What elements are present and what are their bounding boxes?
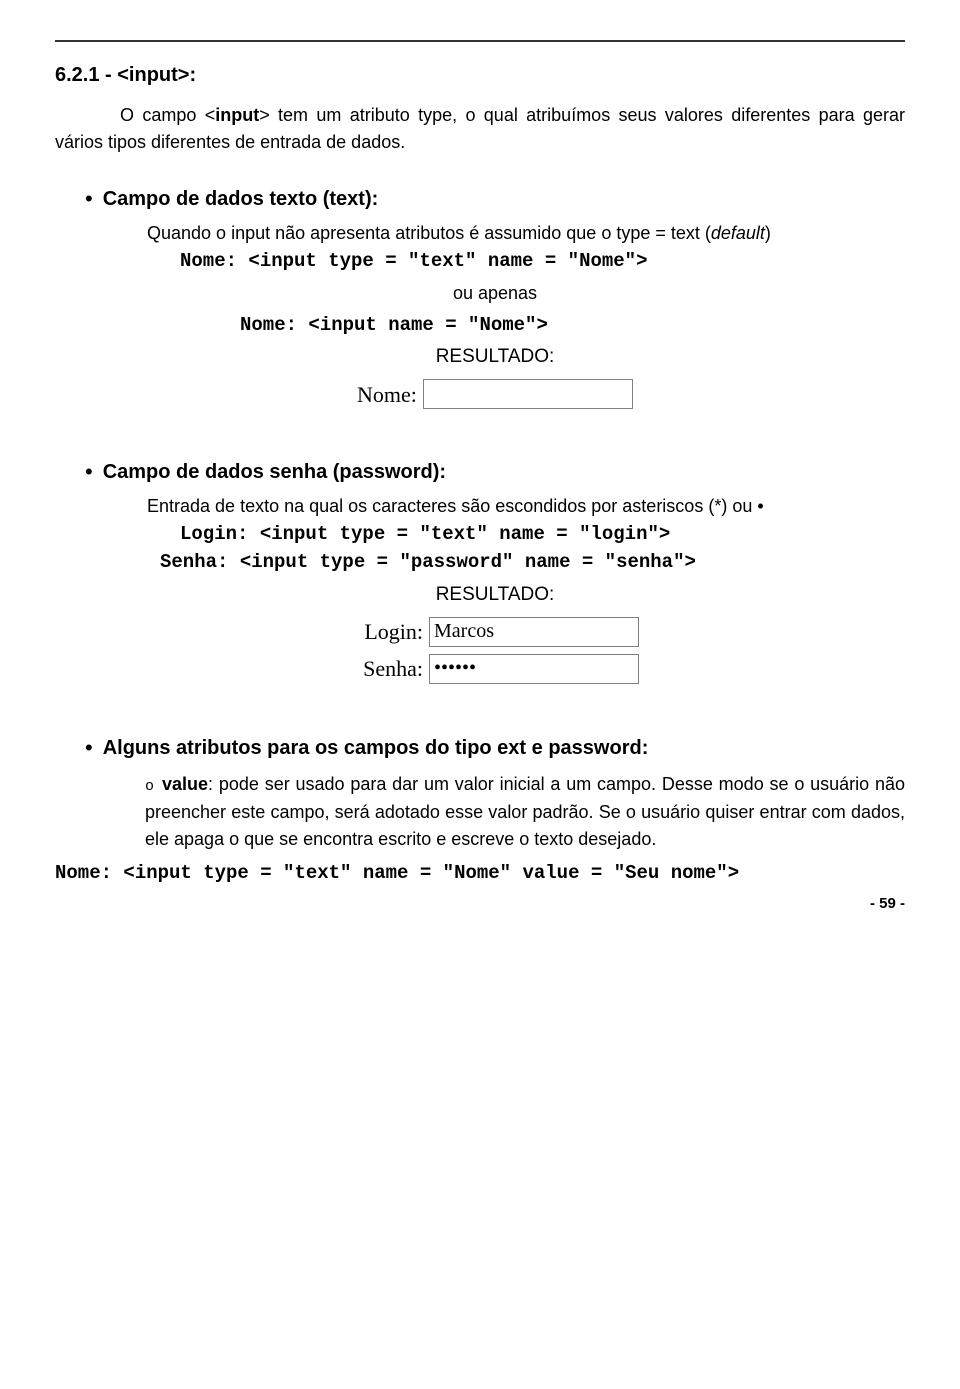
b1-body-pre: Quando o input não apresenta atributos é… [147, 223, 711, 243]
code-line-nome-1: Nome: <input type = "text" name = "Nome"… [180, 247, 905, 276]
code-line-login: Login: <input type = "text" name = "logi… [180, 520, 905, 549]
example-senha-input[interactable] [429, 654, 639, 684]
b1-body-post: ) [765, 223, 771, 243]
b1-body-italic: default [711, 223, 765, 243]
example-login-input[interactable] [429, 617, 639, 647]
example-login-label: Login: [351, 615, 423, 648]
bullet-title-attrs: Alguns atributos para os campos do tipo … [103, 733, 649, 763]
bullet-icon: • [85, 461, 93, 483]
section-heading: 6.2.1 - <input>: [55, 60, 905, 90]
bullet-body-password: Entrada de texto na qual os caracteres s… [147, 493, 905, 520]
example-senha-row: Senha: [351, 652, 639, 685]
ou-apenas: ou apenas [85, 280, 905, 307]
code-line-senha: Senha: <input type = "password" name = "… [160, 548, 905, 577]
top-rule [55, 40, 905, 42]
intro-pre: O campo < [120, 105, 215, 125]
example-login-row: Login: [351, 615, 639, 648]
page-number: - 59 - [55, 893, 905, 916]
bullet-attributes: • Alguns atributos para os campos do tip… [85, 733, 905, 853]
resultado-label-2: RESULTADO: [85, 581, 905, 610]
intro-paragraph: O campo <input> tem um atributo type, o … [55, 102, 905, 156]
resultado-label-1: RESULTADO: [85, 343, 905, 372]
example-login-senha-box: Login: Senha: [351, 613, 639, 687]
example-nome-label: Nome: [357, 378, 417, 411]
bullet-title-password: Campo de dados senha (password): [103, 457, 446, 487]
bullet-icon: • [85, 737, 93, 759]
sub-bullet-marker: o [145, 778, 154, 795]
example-senha-label: Senha: [351, 652, 423, 685]
sub-bullet-value: ovalue: pode ser usado para dar um valor… [145, 771, 905, 853]
code-line-nome-2: Nome: <input name = "Nome"> [240, 311, 905, 340]
footer-code-line: Nome: <input type = "text" name = "Nome"… [55, 859, 905, 888]
bullet-title-text: Campo de dados texto (text): [103, 184, 379, 214]
bullet-password-field: • Campo de dados senha (password): Entra… [85, 457, 905, 688]
intro-bold: input [215, 105, 259, 125]
bullet-text-field: • Campo de dados texto (text): Quando o … [85, 184, 905, 411]
bullet-icon: • [85, 188, 93, 210]
bullet-body-text: Quando o input não apresenta atributos é… [147, 220, 905, 247]
sub-attr-name: value [162, 774, 208, 794]
sub-attr-text: : pode ser usado para dar um valor inici… [145, 774, 905, 849]
example-nome-input[interactable] [423, 379, 633, 409]
example-nome-row: Nome: [85, 378, 905, 411]
